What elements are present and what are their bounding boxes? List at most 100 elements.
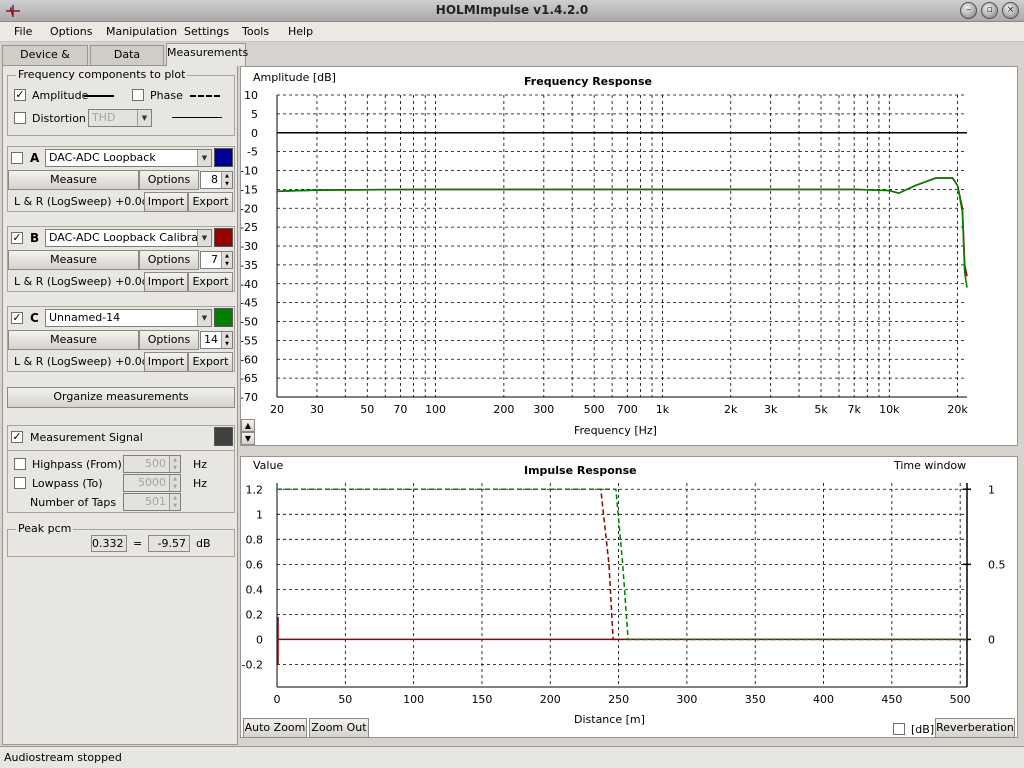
distortion-checkbox[interactable] <box>14 112 26 124</box>
maximize-button[interactable]: ▫ <box>981 2 998 19</box>
measurement-c-info: L & R (LogSweep) +0.0dB <box>14 355 157 368</box>
time-window-tick: 1 <box>988 483 995 496</box>
measurement-c-count-spinner[interactable]: 14 ▲ ▼ <box>200 331 233 349</box>
frequency-y-tick: -45 <box>241 297 258 310</box>
spinner-arrows-icon[interactable]: ▲ ▼ <box>221 252 232 268</box>
measurement-a-export-button[interactable]: Export <box>188 192 233 212</box>
minimize-button[interactable]: ‒ <box>960 2 977 19</box>
frequency-x-tick: 20k <box>947 403 968 416</box>
lowpass-checkbox[interactable] <box>14 477 26 489</box>
measurement-a-color-swatch[interactable] <box>214 148 233 167</box>
measurement-b-checkbox[interactable]: ✓ <box>11 232 23 244</box>
amplitude-checkbox[interactable]: ✓ <box>14 89 26 101</box>
left-panel: Frequency components to plot ✓ Amplitude… <box>2 65 238 745</box>
lowpass-label: Lowpass (To) <box>32 477 103 490</box>
lowpass-spinner[interactable]: 5000 ▲ ▼ <box>123 474 181 492</box>
measurement-c-color-swatch[interactable] <box>214 308 233 327</box>
impulse-y-tick: 1.2 <box>246 483 264 496</box>
highpass-checkbox[interactable] <box>14 458 26 470</box>
measurement-a-letter: A <box>30 151 40 165</box>
distortion-type-select[interactable]: THD ▼ <box>88 109 152 127</box>
frequency-response-chart[interactable]: 1050-5-10-15-20-25-30-35-40-45-50-55-60-… <box>241 67 1017 445</box>
chevron-down-icon: ▼ <box>197 230 211 246</box>
spinner-arrows-icon[interactable]: ▲ ▼ <box>169 475 180 491</box>
measurement-signal-color-swatch[interactable] <box>214 427 233 446</box>
frequency-series-2 <box>276 177 968 288</box>
measurement-a-select[interactable]: DAC-ADC Loopback ▼ <box>45 149 212 167</box>
measurement-b-import-button[interactable]: Import <box>144 272 188 292</box>
frequency-x-tick: 10k <box>879 403 900 416</box>
measurement-c-export-button[interactable]: Export <box>188 352 233 372</box>
frequency-y-tick: 5 <box>251 108 258 121</box>
menu-file[interactable]: File <box>14 25 32 38</box>
tab-measurements[interactable]: Measurements <box>166 43 248 66</box>
close-button[interactable]: × <box>1002 2 1019 19</box>
impulse-response-chart[interactable]: 1.2 1 0.8 0.6 0.4 0.2 0 -0.2 0 50 100 150 200 250 300 3… <box>241 457 1017 737</box>
frequency-y-tick: -5 <box>247 146 258 159</box>
frequency-y-tick: -70 <box>241 391 258 404</box>
highpass-unit: Hz <box>193 458 208 471</box>
measurement-c-select[interactable]: Unnamed-14 ▼ <box>45 309 212 327</box>
frequency-y-tick: -25 <box>241 221 258 234</box>
measurement-a-options-button[interactable]: Options <box>139 170 199 190</box>
zoom-out-button[interactable]: Zoom Out <box>309 718 369 738</box>
measurement-b-count: 7 <box>211 253 218 266</box>
impulse-x-label: Distance [m] <box>574 713 645 726</box>
menu-help[interactable]: Help <box>288 25 313 38</box>
measurement-b-export-button[interactable]: Export <box>188 272 233 292</box>
measurement-c-count: 14 <box>204 333 218 346</box>
measurement-b-options-button[interactable]: Options <box>139 250 199 270</box>
measurement-b-group: ✓ B DAC-ADC Loopback Calibrated ▼ Measur… <box>7 226 235 292</box>
scroll-up-icon[interactable]: ▲ <box>241 419 255 432</box>
measurement-c-measure-button[interactable]: Measure <box>8 330 139 350</box>
tab-data-analysis[interactable]: Data analysis <box>90 45 164 79</box>
impulse-x-tick: 100 <box>403 693 424 706</box>
organize-measurements-button[interactable]: Organize measurements <box>7 387 235 408</box>
menu-manipulation[interactable]: Manipulation <box>106 25 177 38</box>
measurement-a-group: A DAC-ADC Loopback ▼ Measure Options 8 ▲… <box>7 146 235 212</box>
measurement-b-measure-button[interactable]: Measure <box>8 250 139 270</box>
impulse-x-tick: 300 <box>676 693 697 706</box>
scroll-down-icon[interactable]: ▼ <box>241 432 255 445</box>
measurement-signal-checkbox[interactable]: ✓ <box>11 431 23 443</box>
phase-checkbox[interactable] <box>132 89 144 101</box>
peak-equals: = <box>133 537 143 550</box>
menu-options[interactable]: Options <box>50 25 92 38</box>
taps-spinner[interactable]: 501 ▲ ▼ <box>123 493 181 511</box>
frequency-x-tick: 500 <box>584 403 605 416</box>
status-bar: Audiostream stopped <box>0 746 1024 768</box>
phase-line-style <box>190 95 220 97</box>
frequency-x-tick: 70 <box>393 403 407 416</box>
measurement-c-options-button[interactable]: Options <box>139 330 199 350</box>
auto-zoom-button[interactable]: Auto Zoom <box>243 718 307 738</box>
measurement-c-import-button[interactable]: Import <box>144 352 188 372</box>
measurement-a-checkbox[interactable] <box>11 152 23 164</box>
spinner-arrows-icon[interactable]: ▲ ▼ <box>221 332 232 348</box>
db-checkbox[interactable] <box>893 723 905 735</box>
peak-db-unit: dB <box>196 537 211 550</box>
frequency-x-tick: 50 <box>360 403 374 416</box>
measurement-b-count-spinner[interactable]: 7 ▲ ▼ <box>200 251 233 269</box>
frequency-x-tick: 2k <box>724 403 738 416</box>
highpass-spinner[interactable]: 500 ▲ ▼ <box>123 455 181 473</box>
reverberation-button[interactable]: Reverberation <box>935 718 1015 738</box>
title-bar: HOLMImpulse v1.4.2.0 ‒ ▫ × <box>0 0 1024 22</box>
measurement-c-checkbox[interactable]: ✓ <box>11 312 23 324</box>
menu-settings[interactable]: Settings <box>184 25 229 38</box>
frequency-components-group: Frequency components to plot ✓ Amplitude… <box>7 68 235 136</box>
tab-device-signal[interactable]: Device & Signal <box>2 45 88 79</box>
time-window-tick: 0 <box>988 633 995 646</box>
spinner-arrows-icon[interactable]: ▲ ▼ <box>169 494 180 510</box>
spinner-arrows-icon[interactable]: ▲ ▼ <box>169 456 180 472</box>
frequency-y-tick: -20 <box>241 202 258 215</box>
measurement-b-select[interactable]: DAC-ADC Loopback Calibrated ▼ <box>45 229 212 247</box>
measurement-signal-label: Measurement Signal <box>30 431 143 444</box>
measurement-b-name: DAC-ADC Loopback Calibrated <box>49 231 212 244</box>
measurement-a-measure-button[interactable]: Measure <box>8 170 139 190</box>
measurement-b-color-swatch[interactable] <box>214 228 233 247</box>
menu-tools[interactable]: Tools <box>242 25 269 38</box>
spinner-arrows-icon[interactable]: ▲ ▼ <box>221 172 232 188</box>
measurement-a-count-spinner[interactable]: 8 ▲ ▼ <box>200 171 233 189</box>
measurement-a-import-button[interactable]: Import <box>144 192 188 212</box>
measurement-a-name: DAC-ADC Loopback <box>49 151 156 164</box>
